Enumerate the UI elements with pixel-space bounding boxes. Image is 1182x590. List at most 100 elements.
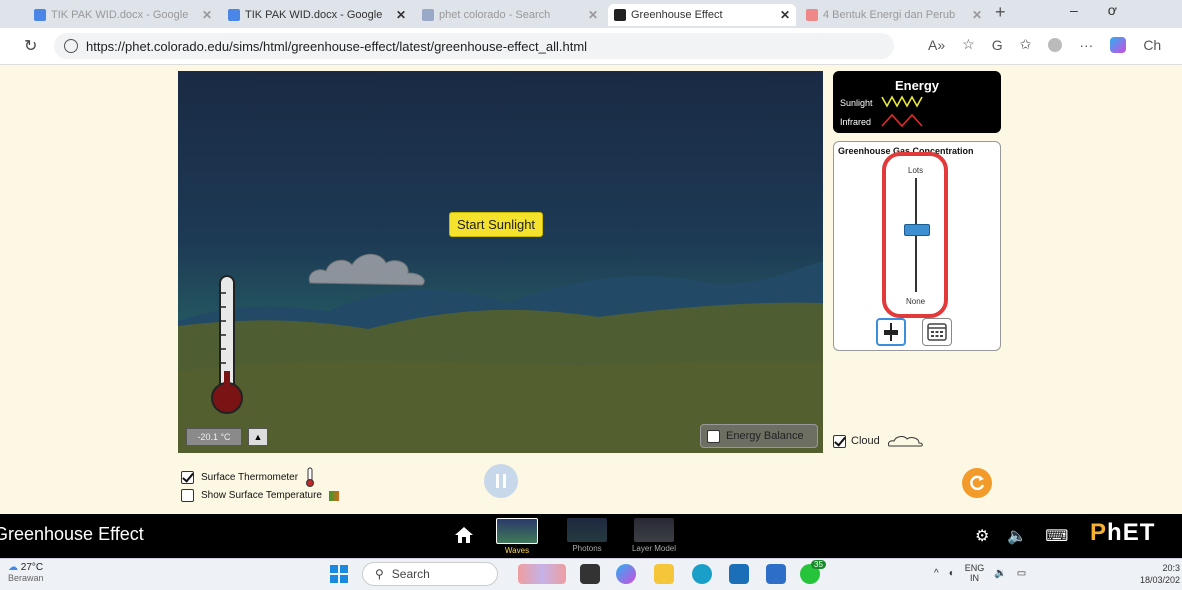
slider-mode-icon (884, 323, 898, 341)
energy-legend-title: Energy (894, 78, 940, 93)
start-sunlight-button[interactable]: Start Sunlight (449, 212, 544, 237)
file-explorer-icon[interactable] (654, 564, 674, 584)
sound-icon[interactable]: 🔈 (1007, 526, 1027, 546)
thermometer-readout: -20.1 °C (186, 428, 242, 446)
whatsapp-badge: 35 (811, 560, 826, 569)
docs-favicon-icon (34, 9, 46, 21)
copilot-icon[interactable]: G (992, 37, 1003, 53)
tray-chevron-icon[interactable]: ^ (934, 568, 939, 579)
phet-navigation-bar: Greenhouse Effect Waves Photons Layer Mo… (0, 514, 1182, 558)
weather-cloud-icon: ☁ (8, 562, 18, 573)
cloud-shape (308, 253, 425, 286)
show-surface-temperature-toggle[interactable]: Show Surface Temperature (181, 489, 339, 502)
browser-tab[interactable]: TIK PAK WID.docx - Google ✕ (222, 4, 412, 26)
site-info-icon[interactable] (64, 39, 78, 53)
lang-top: ENG (964, 563, 985, 573)
greenhouse-gas-panel: Greenhouse Gas Concentration Lots None (833, 141, 1001, 351)
tray-app-icon[interactable]: ◐ (949, 568, 955, 579)
phet-logo[interactable]: PhET (1090, 519, 1155, 547)
surface-thermometer-label: Surface Thermometer (201, 471, 299, 483)
surface-thermometer-checkbox[interactable] (181, 470, 194, 484)
browser-tab[interactable]: 4 Bentuk Energi dan Perub ✕ (800, 4, 988, 26)
weather-widget[interactable]: ☁ 27°C Berawan (8, 562, 44, 584)
url-field[interactable]: https://phet.colorado.edu/sims/html/gree… (54, 33, 894, 59)
windows-start-icon[interactable] (330, 565, 348, 583)
favorite-star-icon[interactable]: ☆ (962, 36, 975, 53)
screen-photons-button[interactable]: Photons (566, 518, 608, 553)
system-tray: ^ ◐ ENG IN 🔉 ▭ (934, 563, 1026, 583)
minimize-button[interactable]: – (1070, 2, 1078, 18)
browser-tab[interactable]: TIK PAK WID.docx - Google ✕ (28, 4, 218, 26)
copilot-taskbar-icon[interactable] (616, 564, 636, 584)
close-tab-icon[interactable]: ✕ (588, 8, 598, 22)
show-surface-temperature-checkbox[interactable] (181, 489, 194, 502)
energy-balance-label: Energy Balance (726, 430, 804, 442)
weather-temp: 27°C (20, 562, 44, 573)
tab-title: 4 Bentuk Energi dan Perub (823, 9, 956, 21)
store-icon[interactable] (729, 564, 749, 584)
home-icon[interactable] (453, 525, 475, 545)
browser-toolbar: A» ☆ G ✩ ··· Ch (928, 36, 1161, 53)
pause-button[interactable] (484, 464, 518, 498)
settings-gear-icon[interactable]: ⚙ (975, 526, 989, 546)
page-favicon-icon (806, 9, 818, 21)
volume-icon[interactable]: 🔉 (994, 568, 1006, 579)
screen-layer-model-button[interactable]: Layer Model (628, 518, 680, 553)
browser-tab[interactable]: phet colorado - Search ✕ (416, 4, 604, 26)
reload-icon[interactable]: ↻ (24, 36, 37, 56)
screen-waves-button[interactable]: Waves (496, 518, 538, 555)
widgets-icon[interactable] (518, 564, 566, 584)
date-mode-button[interactable] (922, 318, 952, 346)
profile-avatar-icon[interactable] (1048, 37, 1063, 52)
windows-taskbar: ☁ 27°C Berawan ⚲ Search 35 ^ ◐ ENG IN 🔉 … (0, 558, 1182, 590)
close-tab-icon[interactable]: ✕ (780, 8, 790, 22)
lang-bottom: IN (970, 573, 979, 583)
task-view-icon[interactable] (580, 564, 600, 584)
tab-title: phet colorado - Search (439, 9, 551, 21)
close-tab-icon[interactable]: ✕ (202, 8, 212, 22)
more-menu-icon[interactable]: ··· (1079, 37, 1093, 53)
sim-play-area (178, 71, 823, 453)
edge-browser-icon[interactable] (692, 564, 712, 584)
restore-button[interactable]: ơ (1108, 2, 1117, 18)
cloud-icon (887, 436, 923, 447)
nav-utility-icons: ⚙ 🔈 ⌨ (975, 526, 1068, 546)
browser-tab-active[interactable]: Greenhouse Effect ✕ (608, 4, 796, 26)
energy-balance-checkbox[interactable] (707, 429, 720, 443)
read-aloud-icon[interactable]: A» (928, 37, 945, 53)
surface-thermometer-toggle[interactable]: Surface Thermometer (181, 467, 315, 487)
favorites-icon[interactable]: ✩ (1020, 36, 1032, 53)
keyboard-icon[interactable]: ⌨ (1045, 526, 1068, 546)
layer-model-thumbnail (634, 518, 674, 542)
clock-date: 18/03/202 (1140, 575, 1181, 585)
cloud-checkbox[interactable] (833, 434, 846, 448)
taskbar-clock[interactable]: 20:3 18/03/202 (1140, 562, 1180, 586)
energy-legend-panel: Energy Sunlight Infrared (833, 71, 1001, 133)
tab-title: TIK PAK WID.docx - Google (245, 9, 383, 21)
language-indicator[interactable]: ENG IN (965, 563, 985, 583)
waves-thumbnail (496, 518, 538, 544)
pause-icon (496, 474, 506, 488)
show-surface-temperature-label: Show Surface Temperature (201, 490, 322, 501)
window-controls: – ơ (1070, 2, 1117, 18)
cloud-toggle[interactable]: Cloud (833, 433, 925, 449)
weather-desc: Berawan (8, 573, 44, 583)
docs-favicon-icon (228, 9, 240, 21)
slider-mode-button[interactable] (876, 318, 906, 346)
energy-balance-toggle[interactable]: Energy Balance (700, 424, 818, 448)
close-tab-icon[interactable]: ✕ (972, 8, 982, 22)
temperature-unit-dropdown-button[interactable]: ▲ (248, 428, 268, 446)
photons-thumbnail (567, 518, 607, 542)
battery-icon[interactable]: ▭ (1017, 568, 1026, 579)
taskbar-search[interactable]: ⚲ Search (362, 562, 498, 586)
app-icon[interactable] (766, 564, 786, 584)
whatsapp-icon[interactable]: 35 (800, 560, 826, 584)
new-tab-button[interactable]: + (995, 2, 1006, 23)
sunlight-wave-icon (881, 95, 923, 108)
search-favicon-icon (422, 9, 434, 21)
reset-all-button[interactable] (962, 468, 992, 498)
close-tab-icon[interactable]: ✕ (396, 8, 406, 22)
infrared-wave-icon (881, 113, 923, 128)
clock-time: 20:3 (1162, 563, 1181, 573)
edge-copilot-icon[interactable] (1110, 36, 1127, 53)
